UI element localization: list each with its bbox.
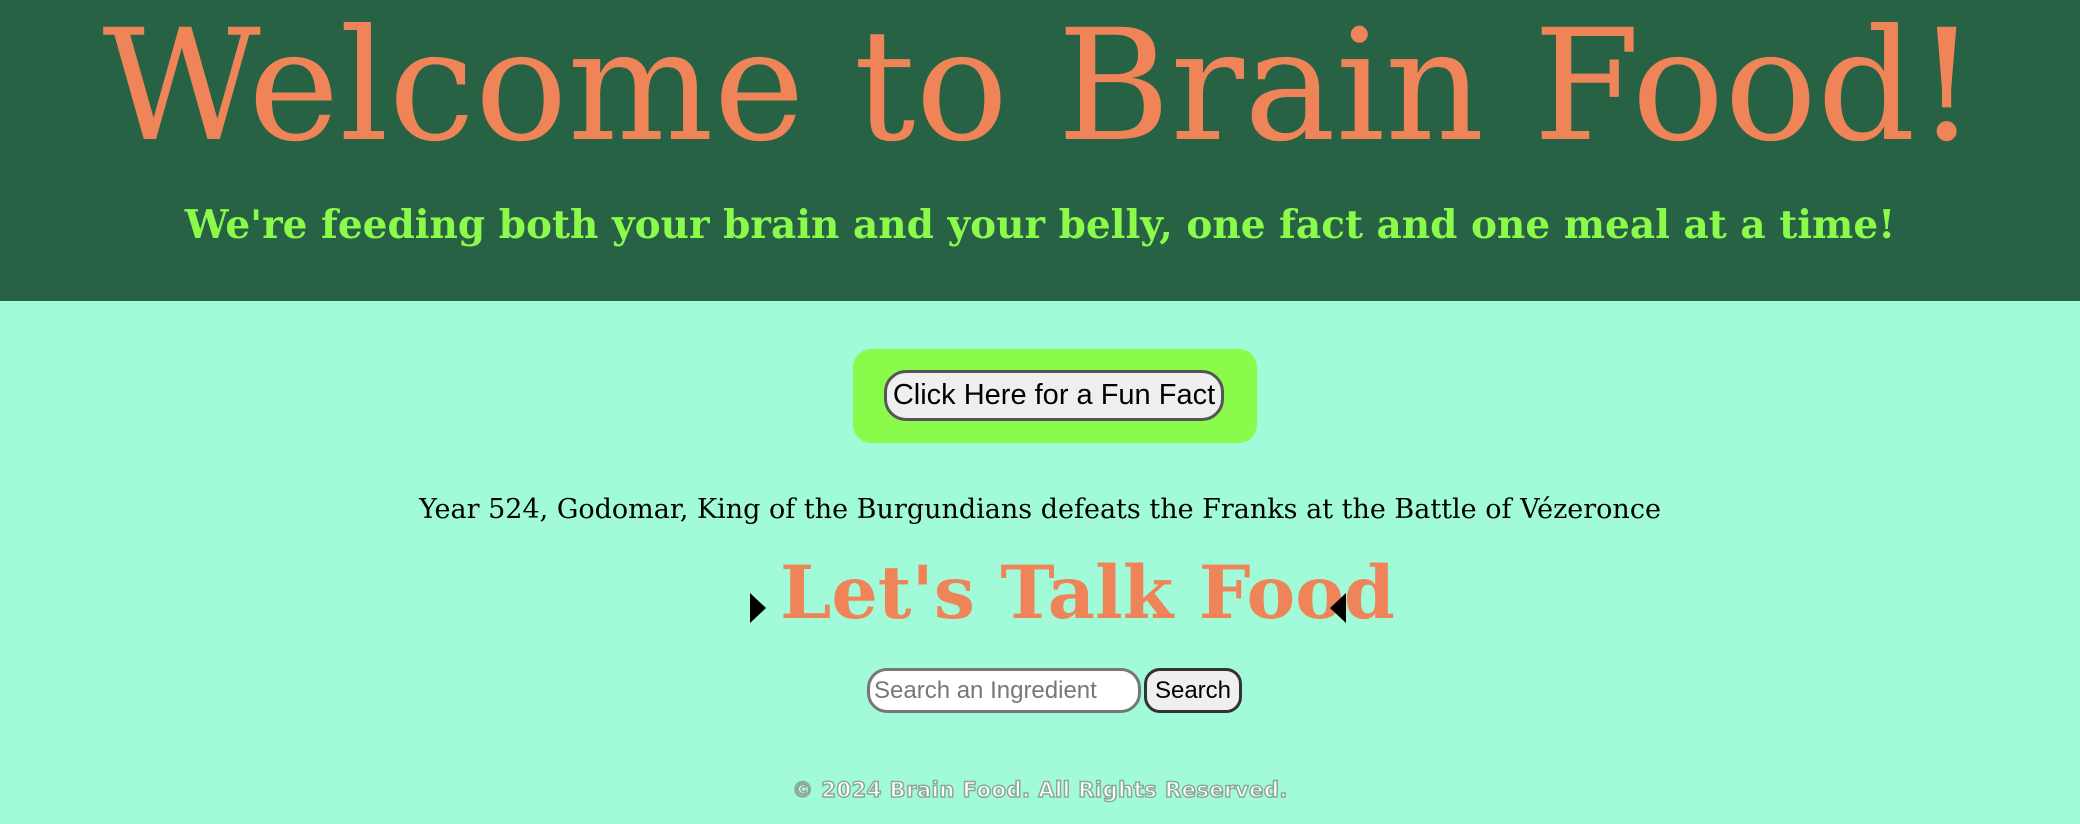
search-button[interactable]: Search xyxy=(1144,668,1242,713)
header-tagline: We're feeding both your brain and your b… xyxy=(184,202,1896,248)
food-section-heading: Let's Talk Food xyxy=(740,548,1395,638)
fun-fact-button[interactable]: Click Here for a Fun Fact xyxy=(884,370,1224,421)
ingredient-search-input[interactable] xyxy=(867,668,1141,713)
food-section-title: Let's Talk Food xyxy=(780,550,1395,636)
caret-right-icon xyxy=(750,593,766,623)
page-title: Welcome to Brain Food! xyxy=(102,0,1978,176)
site-header: Welcome to Brain Food! We're feeding bot… xyxy=(0,0,2080,301)
page: Welcome to Brain Food! We're feeding bot… xyxy=(0,0,2080,824)
ingredient-search-form: Search xyxy=(867,668,1242,713)
fun-fact-text: Year 524, Godomar, King of the Burgundia… xyxy=(419,494,1661,525)
footer-copyright: © 2024 Brain Food. All Rights Reserved. xyxy=(791,777,1288,803)
fun-fact-panel: Click Here for a Fun Fact xyxy=(853,349,1257,443)
caret-left-icon xyxy=(1330,593,1346,623)
